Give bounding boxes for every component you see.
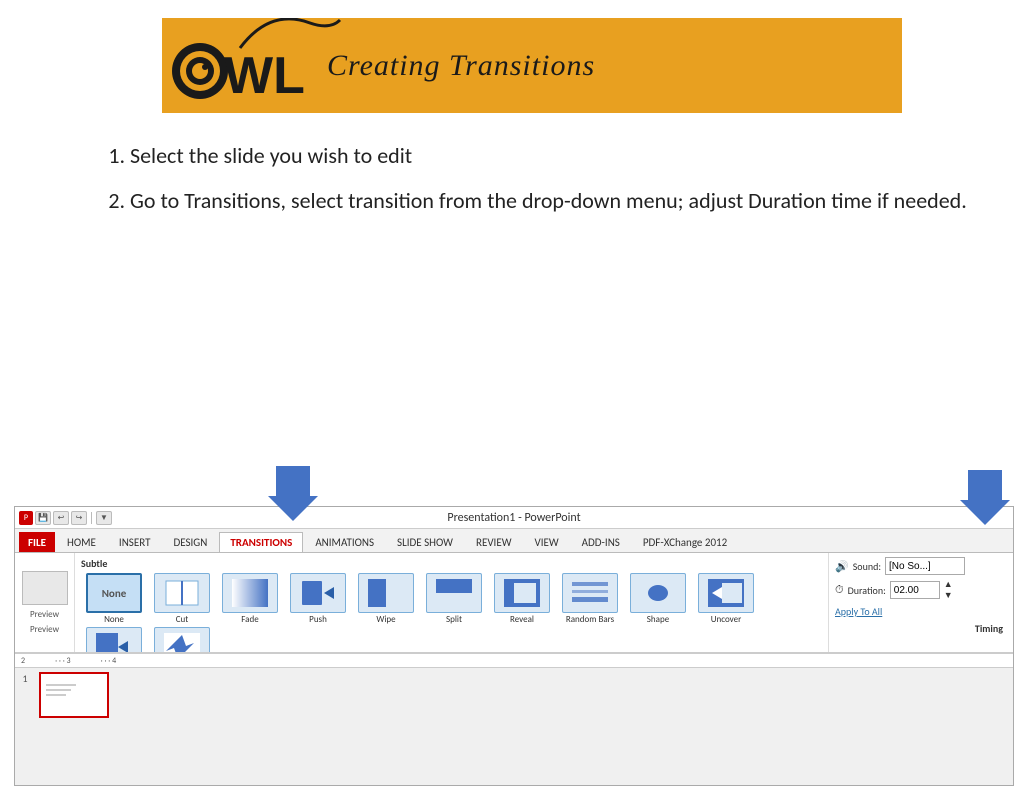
wipe-label: Wipe [376, 614, 395, 625]
none-label: None [104, 614, 124, 625]
cut-label: Cut [176, 614, 189, 625]
timing-label: Timing [975, 622, 1003, 635]
shape-label: Shape [647, 614, 669, 625]
arrow1-icon [268, 466, 318, 521]
owl-tail-decoration [230, 18, 350, 53]
preview-label: Preview [30, 609, 59, 620]
sound-input[interactable] [885, 557, 965, 575]
uncover-label: Uncover [711, 614, 742, 625]
svg-text:WL: WL [224, 47, 305, 105]
timing-ruler: 2 · · · 3 · · · 4 [15, 653, 1013, 667]
transition-none[interactable]: None None [81, 573, 147, 625]
split-icon[interactable] [426, 573, 482, 613]
reveal-label: Reveal [510, 614, 534, 625]
tab-slideshow[interactable]: SLIDE SHOW [386, 532, 464, 552]
cut-icon[interactable] [154, 573, 210, 613]
none-icon[interactable]: None [86, 573, 142, 613]
fade-icon[interactable] [222, 573, 278, 613]
transition-fade[interactable]: Fade [217, 573, 283, 625]
duration-label: Duration: [848, 584, 886, 597]
instructions: Select the slide you wish to edit Go to … [100, 141, 1024, 217]
slide-thumb-svg [44, 676, 104, 714]
ruler-mark-3: · · · 3 [55, 656, 71, 666]
ppt-app-icon: P [19, 511, 33, 525]
duration-input[interactable] [890, 581, 940, 599]
push-label: Push [309, 614, 327, 625]
transition-flash[interactable]: Flash [149, 627, 215, 652]
sound-label: Sound: [853, 560, 881, 573]
undo-button[interactable]: ↩ [53, 511, 69, 525]
tab-animations[interactable]: ANIMATIONS [304, 532, 385, 552]
arrow2-icon [960, 470, 1010, 525]
ruler-mark-4: · · · 4 [101, 656, 117, 666]
preview-panel: Preview Preview [15, 553, 75, 652]
subtle-label: Subtle [81, 557, 822, 570]
transition-shape[interactable]: Shape [625, 573, 691, 625]
window-title: Presentation1 - PowerPoint [447, 511, 580, 525]
ribbon-content: Preview Preview Subtle None None Cut [15, 553, 1013, 653]
transition-reveal[interactable]: Reveal [489, 573, 555, 625]
cover-icon[interactable] [86, 627, 142, 652]
random-bars-icon[interactable] [562, 573, 618, 613]
preview-thumbnail[interactable] [22, 571, 68, 605]
apply-all-button[interactable]: Apply To All [835, 605, 882, 618]
tab-review[interactable]: REVIEW [465, 532, 523, 552]
slide-thumbnail[interactable] [39, 672, 109, 718]
slide-thumb-area: 1 [15, 667, 1013, 721]
tab-design[interactable]: DESIGN [162, 532, 218, 552]
reveal-icon[interactable] [494, 573, 550, 613]
flash-icon[interactable] [154, 627, 210, 652]
transition-random-bars[interactable]: Random Bars [557, 573, 623, 625]
split-label: Split [446, 614, 462, 625]
tab-home[interactable]: HOME [56, 532, 107, 552]
transition-uncover[interactable]: Uncover [693, 573, 759, 625]
more-button[interactable]: ▼ [96, 511, 112, 525]
slide-number: 1 [15, 668, 35, 721]
transition-push[interactable]: Push [285, 573, 351, 625]
redo-button[interactable]: ↪ [71, 511, 87, 525]
title-bar: P 💾 ↩ ↪ ▼ Presentation1 - PowerPoint [15, 507, 1013, 529]
right-panel: 🔊 Sound: ⏱ Duration: ▲▼ Apply To All Tim… [828, 553, 1013, 652]
tab-view[interactable]: VIEW [523, 532, 569, 552]
push-icon[interactable] [290, 573, 346, 613]
transition-split[interactable]: Split [421, 573, 487, 625]
transition-cut[interactable]: Cut [149, 573, 215, 625]
uncover-icon[interactable] [698, 573, 754, 613]
duration-spinner[interactable]: ▲▼ [944, 579, 953, 601]
save-button[interactable]: 💾 [35, 511, 51, 525]
preview-label2: Preview [30, 624, 59, 635]
instruction-step2: Go to Transitions, select transition fro… [130, 186, 1024, 217]
tab-pdf[interactable]: PDF-XChange 2012 [632, 532, 738, 552]
transitions-area: Subtle None None Cut [75, 553, 828, 652]
banner-title: Creating Transitions [327, 49, 595, 83]
wipe-icon[interactable] [358, 573, 414, 613]
subtle-row1: None None Cut Fade [81, 573, 822, 625]
tab-file[interactable]: FILE [19, 532, 55, 552]
shape-icon[interactable] [630, 573, 686, 613]
subtle-row2: Cover Flash [81, 627, 822, 652]
ruler-mark-2: 2 [21, 656, 25, 666]
transition-cover[interactable]: Cover [81, 627, 147, 652]
transition-wipe[interactable]: Wipe [353, 573, 419, 625]
fade-label: Fade [241, 614, 258, 625]
instruction-step1: Select the slide you wish to edit [130, 141, 1024, 172]
tab-addins[interactable]: ADD-INS [571, 532, 631, 552]
ppt-window: P 💾 ↩ ↪ ▼ Presentation1 - PowerPoint FIL… [14, 506, 1014, 786]
ribbon-tabs: FILE HOME INSERT DESIGN TRANSITIONS ANIM… [15, 529, 1013, 553]
tab-insert[interactable]: INSERT [108, 532, 162, 552]
tab-transitions[interactable]: TRANSITIONS [219, 532, 303, 552]
random-bars-label: Random Bars [566, 614, 614, 625]
